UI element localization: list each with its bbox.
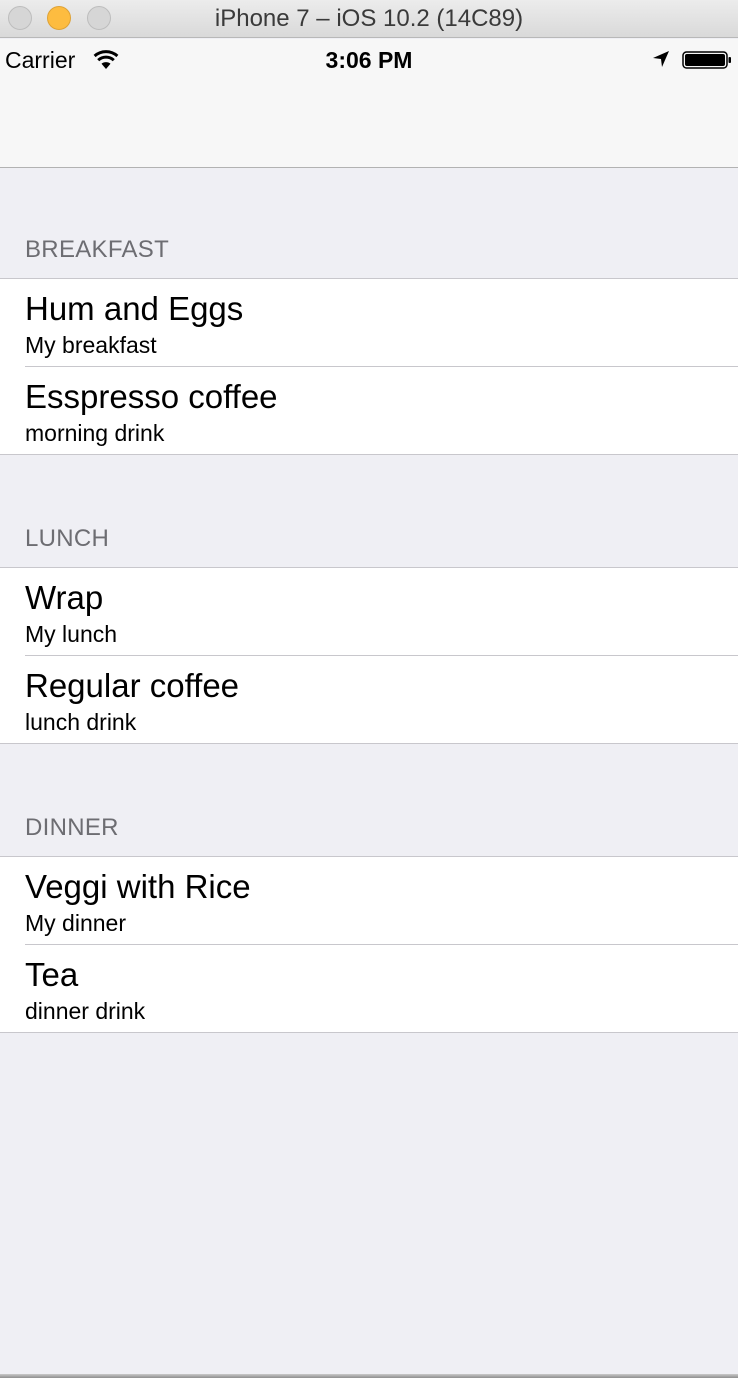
row-subtitle: morning drink	[25, 420, 165, 446]
location-arrow-icon	[653, 51, 669, 67]
section-header-dinner: DINNER	[0, 744, 738, 857]
table-row[interactable]: Wrap My lunch	[0, 568, 738, 656]
section-header-label: LUNCH	[25, 525, 110, 552]
table-row[interactable]: Tea dinner drink	[0, 945, 738, 1033]
status-time: 3:06 PM	[325, 47, 413, 73]
section-header-label: BREAKFAST	[25, 236, 170, 263]
battery-icon	[682, 51, 731, 69]
row-subtitle: My breakfast	[25, 332, 157, 358]
row-title: Regular coffee	[25, 667, 240, 704]
row-title: Veggi with Rice	[25, 868, 251, 905]
row-subtitle: dinner drink	[25, 998, 146, 1024]
simulator-title-bar: iPhone 7 – iOS 10.2 (14C89)	[0, 0, 738, 38]
row-subtitle: My dinner	[25, 910, 126, 936]
section-header-label: DINNER	[25, 814, 119, 841]
section-header-breakfast: BREAKFAST	[0, 168, 738, 279]
row-subtitle: My lunch	[25, 621, 118, 647]
section-header-lunch: LUNCH	[0, 455, 738, 568]
window-bottom-edge	[0, 1374, 738, 1378]
row-subtitle: lunch drink	[25, 709, 137, 735]
table-row[interactable]: Regular coffee lunch drink	[0, 656, 738, 744]
navigation-bar	[0, 79, 738, 168]
row-title: Esspresso coffee	[25, 378, 278, 415]
status-bar: Carrier 3:06 PM	[0, 39, 738, 79]
table-row[interactable]: Hum and Eggs My breakfast	[0, 279, 738, 367]
row-title: Hum and Eggs	[25, 290, 244, 327]
table-row[interactable]: Esspresso coffee morning drink	[0, 367, 738, 455]
row-title: Tea	[25, 956, 79, 993]
window-title: iPhone 7 – iOS 10.2 (14C89)	[214, 5, 524, 32]
meals-table: BREAKFAST Hum and Eggs My breakfast Essp…	[0, 168, 738, 1033]
row-title: Wrap	[25, 579, 104, 616]
table-row[interactable]: Veggi with Rice My dinner	[0, 857, 738, 945]
